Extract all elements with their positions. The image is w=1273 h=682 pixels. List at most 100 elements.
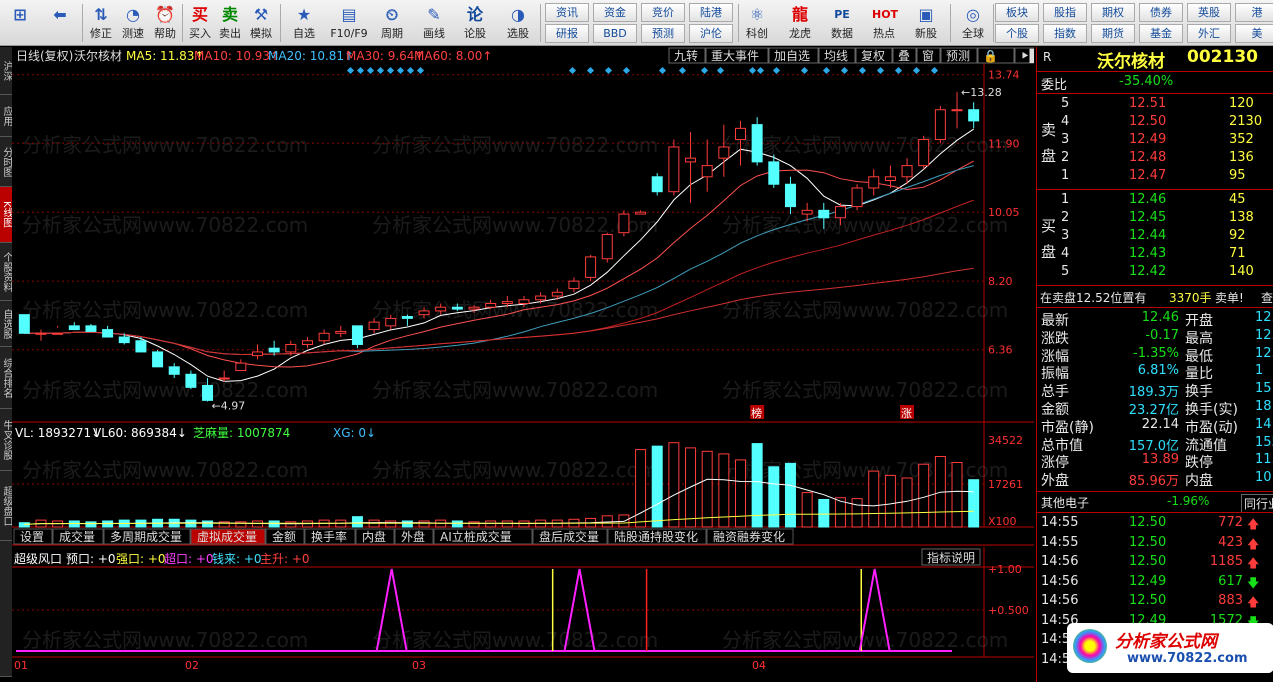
candle[interactable] [751, 124, 763, 163]
volume-bar[interactable] [468, 521, 480, 528]
toolbar-link-个股[interactable]: 个股 [995, 24, 1039, 43]
toolbar-link-外汇[interactable]: 外汇 [1187, 24, 1231, 43]
buy-price[interactable]: 12.44 [1129, 228, 1166, 243]
help-button[interactable]: ⏰ 帮助 [150, 2, 180, 44]
candle[interactable] [518, 299, 530, 304]
candle[interactable] [185, 373, 197, 388]
draw-line-button[interactable]: ✎ 画线 [414, 2, 454, 44]
candle[interactable] [601, 234, 613, 260]
candle[interactable] [834, 206, 846, 219]
side-tab[interactable]: 沪深 [0, 47, 12, 95]
candle[interactable] [35, 332, 47, 335]
candle[interactable] [152, 351, 164, 368]
toolbar-link-资讯[interactable]: 资讯 [545, 3, 589, 22]
candle[interactable] [285, 343, 297, 353]
candle[interactable] [318, 332, 330, 342]
data-button[interactable]: PE 数据 [824, 2, 860, 44]
candle[interactable] [102, 329, 114, 338]
buy-price[interactable]: 12.43 [1129, 246, 1166, 261]
side-tab[interactable]: K线图 [0, 187, 12, 243]
candle[interactable] [18, 314, 30, 334]
candle[interactable] [651, 176, 663, 193]
candle[interactable] [535, 295, 547, 301]
sector-name[interactable]: 其他电子 [1041, 494, 1089, 511]
side-tab[interactable]: 综合排名 [0, 347, 12, 409]
candle[interactable] [934, 109, 946, 141]
candle[interactable] [801, 209, 813, 215]
toolbar-link-股指[interactable]: 股指 [1043, 3, 1087, 22]
buy-price[interactable]: 12.45 [1129, 210, 1166, 225]
toolbar-link-资金[interactable]: 资金 [593, 3, 637, 22]
toolbar-link-港[interactable]: 港 [1235, 3, 1273, 22]
period-button[interactable]: ⏲ 周期 [372, 2, 412, 44]
volume-bar[interactable] [501, 520, 513, 528]
sell-price[interactable]: 12.50 [1129, 114, 1166, 129]
sell-price[interactable]: 12.48 [1129, 150, 1166, 165]
watchlist-button[interactable]: ★ 自选 [284, 2, 324, 44]
candle[interactable] [818, 209, 830, 219]
candle[interactable] [202, 384, 214, 401]
candle[interactable] [718, 146, 730, 159]
sell-price[interactable]: 12.47 [1129, 168, 1166, 183]
volume-bar[interactable] [818, 498, 830, 528]
volume-bar[interactable] [285, 521, 297, 528]
candle[interactable] [85, 325, 97, 332]
volume-bar[interactable] [918, 463, 930, 528]
candle[interactable] [668, 146, 680, 193]
candle[interactable] [301, 340, 313, 345]
candle[interactable] [451, 306, 463, 310]
volume-bar[interactable] [235, 521, 247, 528]
back-arrow-icon[interactable]: ⬅ [40, 2, 80, 44]
side-tab[interactable]: 自选股 [0, 301, 12, 347]
candle[interactable] [968, 109, 980, 122]
candle[interactable] [784, 183, 796, 208]
toolbar-link-研报[interactable]: 研报 [545, 24, 589, 43]
candle[interactable] [918, 139, 930, 167]
stock-select-button[interactable]: ◑ 选股 [498, 2, 538, 44]
toolbar-link-基金[interactable]: 基金 [1139, 24, 1183, 43]
volume-bar[interactable] [968, 479, 980, 528]
candle[interactable] [951, 109, 963, 112]
toolbar-link-板块[interactable]: 板块 [995, 3, 1039, 22]
volume-bar[interactable] [418, 520, 430, 528]
toolbar-link-英股[interactable]: 英股 [1187, 3, 1231, 22]
volume-bar[interactable] [718, 453, 730, 528]
speed-test-button[interactable]: ◔ 测速 [118, 2, 148, 44]
grid-icon[interactable]: ⊞ [4, 2, 36, 44]
candle[interactable] [135, 340, 147, 353]
sell-button[interactable]: 卖卖出 [216, 2, 244, 44]
star-market-button[interactable]: ⚛ 科创 [740, 2, 774, 44]
side-tab[interactable]: 个股资料 [0, 243, 12, 301]
toolbar-link-竞价[interactable]: 竞价 [641, 3, 685, 22]
candle[interactable] [468, 306, 480, 310]
candle[interactable] [735, 127, 746, 141]
candle[interactable] [485, 302, 497, 308]
toolbar-link-美[interactable]: 美 [1235, 24, 1273, 43]
volume-bar[interactable] [701, 450, 713, 528]
hot-button[interactable]: HOT 热点 [866, 2, 902, 44]
candle[interactable] [218, 377, 230, 380]
candle[interactable] [351, 325, 363, 345]
toolbar-link-期货[interactable]: 期货 [1091, 24, 1135, 43]
side-tab[interactable]: 牛叉诊股 [0, 409, 12, 471]
f10-button[interactable]: ▤ F10/F9 [326, 2, 372, 44]
candle[interactable] [568, 280, 580, 290]
candle[interactable] [585, 256, 597, 278]
buy-price[interactable]: 12.46 [1129, 192, 1166, 207]
notice-check-link[interactable]: 查 [1261, 289, 1273, 306]
volume-bar[interactable] [751, 443, 763, 528]
candle[interactable] [884, 176, 896, 182]
adjust-button[interactable]: ⇅ 修正 [86, 2, 116, 44]
kline-chart[interactable]: 分析家公式网www.70822.com 分析家公式网www.70822.com 分析… [12, 47, 1034, 677]
toolbar-link-指数[interactable]: 指数 [1043, 24, 1087, 43]
candle[interactable] [635, 211, 647, 215]
volume-bar[interactable] [668, 442, 680, 528]
candle[interactable] [168, 366, 180, 375]
side-tab[interactable]: 分时图 [0, 137, 12, 187]
candle[interactable] [252, 351, 263, 357]
volume-bar[interactable] [901, 477, 913, 528]
toolbar-link-预测[interactable]: 预测 [641, 24, 685, 43]
candle[interactable] [435, 306, 447, 312]
volume-bar[interactable] [884, 474, 896, 528]
toolbar-link-期权[interactable]: 期权 [1091, 3, 1135, 22]
